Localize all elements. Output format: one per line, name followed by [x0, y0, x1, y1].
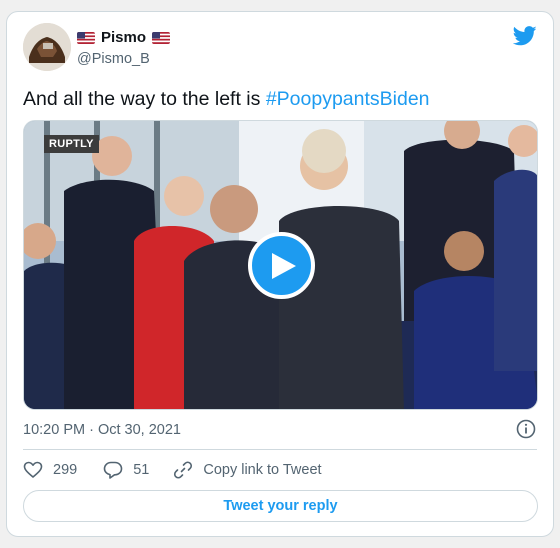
us-flag-icon	[152, 32, 171, 44]
tweet-card: Pismo @Pismo_B And all the way to the le…	[6, 11, 554, 537]
video-watermark: RUPTLY	[44, 135, 99, 153]
link-icon	[174, 461, 193, 479]
tweet-actions: 299 51 Copy link to Tweet	[23, 460, 322, 480]
display-name[interactable]: Pismo	[101, 29, 146, 47]
tweet-timestamp[interactable]: 10:20 PM · Oct 30, 2021	[23, 421, 181, 439]
video-player[interactable]: RUPTLY	[23, 120, 538, 410]
reply-count: 51	[133, 462, 150, 478]
like-count: 299	[53, 462, 78, 478]
like-action[interactable]: 299	[23, 460, 77, 480]
author-handle[interactable]: @Pismo_B	[77, 50, 150, 68]
reply-bubble-icon	[103, 461, 123, 479]
author-name-row: Pismo	[77, 29, 171, 47]
tweet-text-body: And all the way to the left is	[23, 88, 266, 110]
avatar-image	[23, 23, 71, 71]
tweet-text: And all the way to the left is #Poopypan…	[23, 87, 430, 111]
info-icon[interactable]	[516, 419, 536, 439]
play-icon	[272, 252, 296, 279]
play-button[interactable]	[248, 232, 315, 299]
copy-link-action[interactable]: Copy link to Tweet	[173, 460, 322, 480]
us-flag-icon	[77, 32, 95, 44]
heart-icon	[23, 461, 43, 478]
twitter-bird-icon[interactable]	[513, 26, 537, 46]
hashtag-link[interactable]: #PoopypantsBiden	[266, 88, 430, 110]
reply-action[interactable]: 51	[103, 460, 149, 480]
copy-link-label: Copy link to Tweet	[203, 462, 322, 478]
tweet-your-reply-button[interactable]: Tweet your reply	[23, 490, 538, 522]
avatar[interactable]	[23, 23, 71, 71]
divider	[23, 449, 537, 450]
